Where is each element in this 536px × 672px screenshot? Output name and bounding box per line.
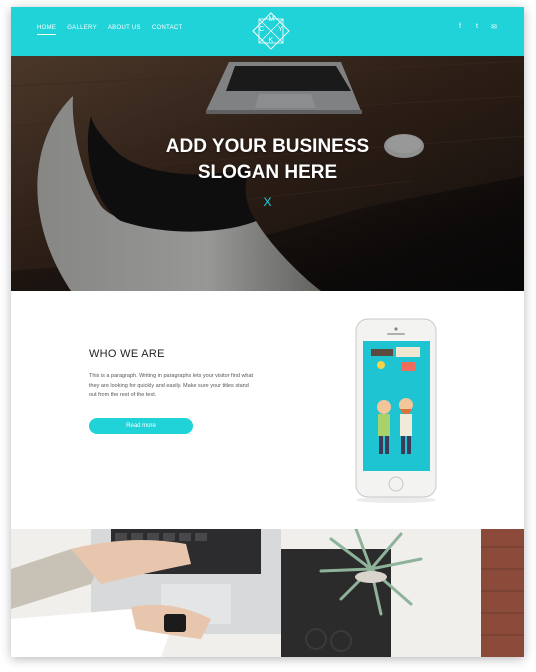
nav-home[interactable]: HOME: [37, 25, 57, 35]
nav-contact[interactable]: CONTACT: [152, 25, 183, 35]
site-header: HOME GALLERY ABOUT US CONTACT M C Y K f …: [11, 7, 524, 56]
facebook-icon[interactable]: f: [456, 23, 464, 33]
workspace-photo: [11, 529, 524, 657]
hero-headline-line1: ADD YOUR BUSINESS: [165, 136, 370, 157]
hero-headline: ADD YOUR BUSINESS SLOGAN HERE: [11, 134, 524, 186]
logo-letter-k: K: [268, 37, 274, 44]
who-we-are-paragraph: This is a paragraph. Writing in paragrap…: [89, 373, 254, 398]
social-links: f t ✉: [456, 23, 498, 33]
read-more-button[interactable]: Read more: [89, 418, 193, 434]
hero-banner: ADD YOUR BUSINESS SLOGAN HERE X: [11, 56, 524, 291]
mail-icon[interactable]: ✉: [490, 23, 498, 33]
who-we-are-title: WHO WE ARE: [89, 348, 165, 360]
website-mockup: HOME GALLERY ABOUT US CONTACT M C Y K f …: [11, 7, 524, 657]
scroll-down-icon[interactable]: X: [11, 195, 524, 209]
twitter-icon[interactable]: t: [473, 23, 481, 33]
nav-gallery[interactable]: GALLERY: [67, 25, 97, 35]
phone-mockup-image: [355, 318, 437, 503]
nav-about-us[interactable]: ABOUT US: [108, 25, 141, 35]
logo-letter-c: C: [259, 26, 265, 33]
workspace-photo-illustration: [11, 529, 524, 657]
main-nav: HOME GALLERY ABOUT US CONTACT: [37, 25, 183, 35]
hero-headline-line2: SLOGAN HERE: [197, 162, 338, 183]
logo-letter-m: M: [268, 16, 275, 23]
logo-letter-y: Y: [278, 26, 283, 33]
site-logo[interactable]: M C Y K: [252, 12, 290, 50]
